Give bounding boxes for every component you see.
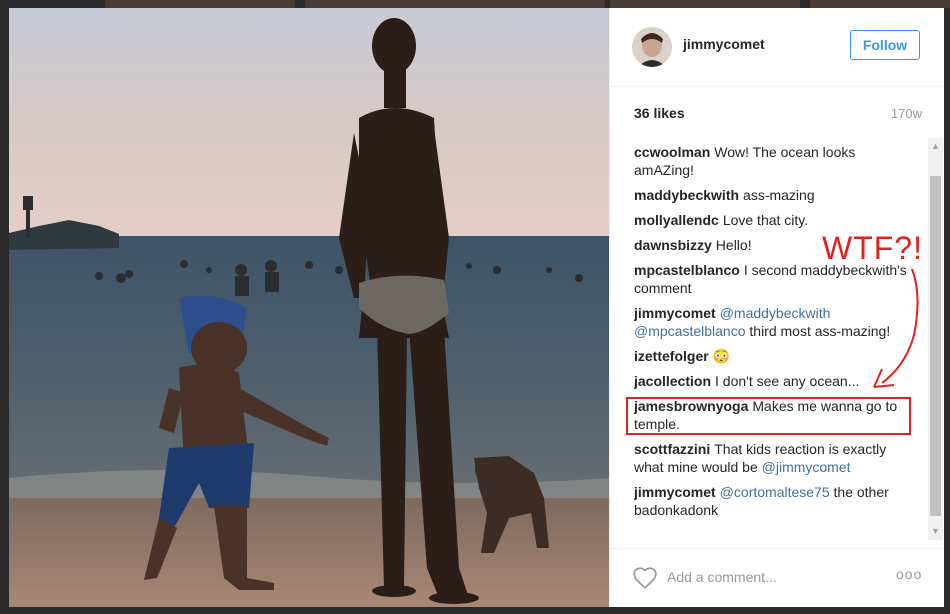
background-thumbnail — [105, 0, 295, 8]
comment-text: Love that city. — [722, 212, 809, 228]
post-header: jimmycomet Follow — [610, 8, 944, 87]
background-thumbnail — [305, 0, 605, 8]
comment-author[interactable]: ccwoolman — [634, 144, 710, 160]
background-thumbnail — [610, 0, 800, 8]
comments-scrollbar[interactable]: ▲ ▼ — [928, 138, 943, 540]
comment-author[interactable]: maddybeckwith — [634, 187, 739, 203]
post-photo — [9, 8, 609, 607]
scroll-up-arrow-icon[interactable]: ▲ — [928, 138, 943, 155]
comment-mention[interactable]: @jimmycomet — [762, 459, 851, 475]
comment-author[interactable]: mpcastelblanco — [634, 262, 740, 278]
post-age[interactable]: 170w — [891, 106, 922, 121]
comment-item: mollyallendc Love that city. — [634, 211, 914, 229]
comment-text: I don't see any ocean... — [715, 373, 860, 389]
comment-text: third most ass-mazing! — [745, 323, 891, 339]
annotation-arrow-icon — [873, 268, 919, 388]
likes-count[interactable]: 36 likes — [634, 105, 685, 121]
comment-mention[interactable]: @cortomaltese75 — [720, 484, 830, 500]
add-comment-input[interactable] — [667, 566, 847, 588]
profile-avatar[interactable] — [632, 27, 672, 67]
comment-text: ass-mazing — [743, 187, 815, 203]
comment-author[interactable]: jacollection — [634, 373, 711, 389]
comment-item: ccwoolman Wow! The ocean looks amAZing! — [634, 143, 914, 179]
comment-author[interactable]: scottfazzini — [634, 441, 710, 457]
annotation-text: WTF?! — [822, 230, 923, 266]
follow-button[interactable]: Follow — [850, 30, 920, 60]
highlight-box — [626, 397, 911, 435]
scrollbar-thumb[interactable] — [930, 176, 941, 516]
post-username[interactable]: jimmycomet — [683, 36, 765, 52]
more-options-icon[interactable]: ooo — [896, 566, 922, 582]
comment-item: jimmycomet @cortomaltese75 the other bado… — [634, 483, 914, 519]
comment-item: maddybeckwith ass-mazing — [634, 186, 914, 204]
comment-author[interactable]: mollyallendc — [634, 212, 719, 228]
scroll-down-arrow-icon[interactable]: ▼ — [928, 523, 943, 540]
comment-text: Hello! — [715, 237, 752, 253]
comment-author[interactable]: jimmycomet — [634, 484, 716, 500]
comment-author[interactable]: izettefolger — [634, 348, 709, 364]
comment-author[interactable]: dawnsbizzy — [634, 237, 712, 253]
comment-bar: ooo — [610, 548, 944, 608]
comment-item: scottfazzini That kids reaction is exactl… — [634, 440, 914, 476]
heart-outline-icon[interactable] — [632, 565, 658, 591]
comment-author[interactable]: jimmycomet — [634, 305, 716, 321]
background-thumbnail — [810, 0, 950, 8]
comment-text: 😳 — [712, 348, 731, 364]
